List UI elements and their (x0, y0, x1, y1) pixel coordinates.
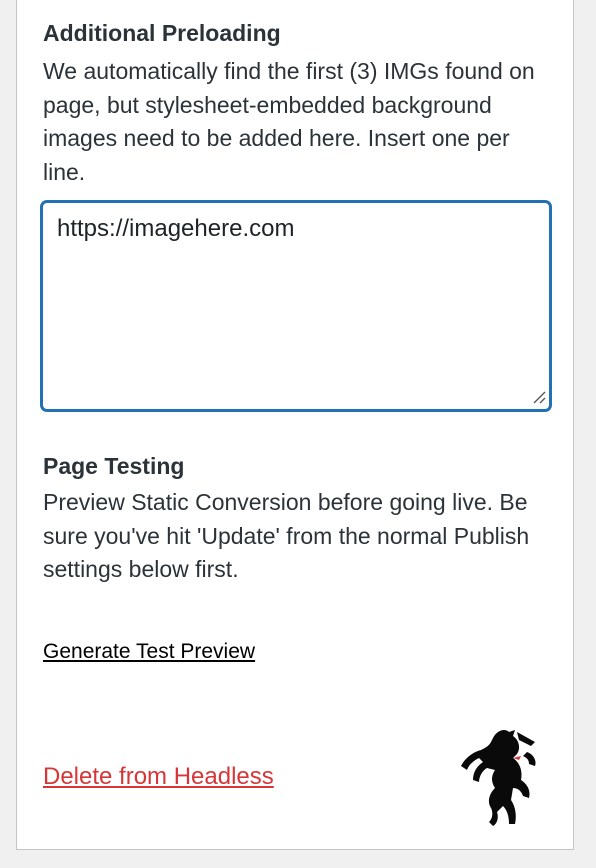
generate-test-preview-link[interactable]: Generate Test Preview (43, 640, 255, 664)
testing-title: Page Testing (43, 453, 185, 479)
rearing-horse-icon (461, 730, 536, 826)
settings-panel: Additional Preloading We automatically f… (16, 0, 574, 850)
testing-description: Preview Static Conversion before going l… (43, 489, 530, 582)
preload-urls-textarea[interactable] (41, 201, 551, 411)
delete-from-headless-link[interactable]: Delete from Headless (43, 763, 274, 791)
preloading-title: Additional Preloading (43, 20, 281, 46)
preloading-description: We automatically find the first (3) IMGs… (43, 58, 535, 185)
